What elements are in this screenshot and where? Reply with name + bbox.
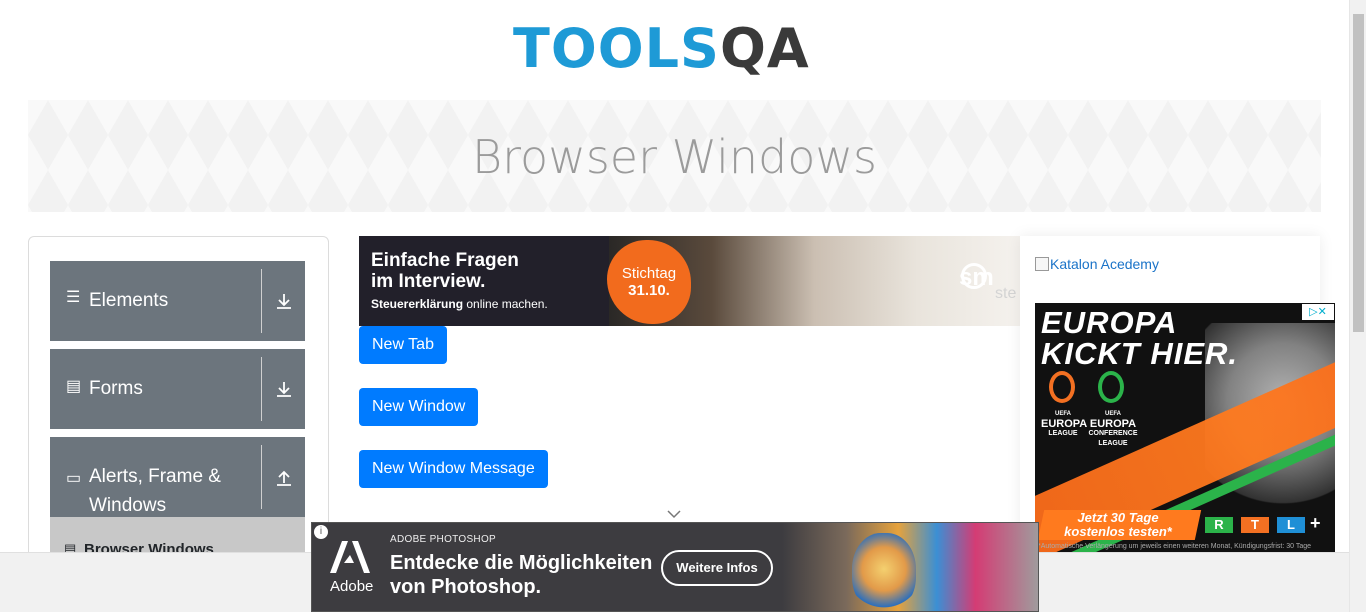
ad-date-text: Stichtag 31.10. xyxy=(607,265,691,299)
ad-date-label: Stichtag xyxy=(621,265,677,282)
ad-cta-line1: Jetzt 30 Tage xyxy=(1077,510,1159,525)
group-label-line1: Alerts, Frame & xyxy=(89,466,221,487)
new-tab-button[interactable]: New Tab xyxy=(359,326,447,364)
ad-subline-rest: online machen. xyxy=(463,297,548,311)
ad-product-label: ADOBE PHOTOSHOP xyxy=(390,534,497,545)
ad-headline-line2: im Interview. xyxy=(371,271,486,292)
logo-wordmark: TOOLSQA xyxy=(513,22,810,76)
league2-text: UEFA EUROPA CONFERENCE LEAGUE xyxy=(1087,409,1139,449)
ad-subline-bold: Steuererklärung xyxy=(371,297,464,311)
logo-qa-text: QA xyxy=(719,17,810,80)
ad-headline: Einfache Fragen im Interview. xyxy=(371,250,519,292)
rtl-letter-r: R xyxy=(1205,517,1233,533)
ad-rtl-europa-league[interactable]: EUROPA KICKT HIER. UEFA EUROPA LEAGUE UE… xyxy=(1035,303,1335,552)
league1-text: UEFA EUROPA LEAGUE xyxy=(1041,409,1088,439)
divider xyxy=(261,445,262,509)
left-panel: ☰ Elements ▤ Forms ▭ Alerts, Frame & Win… xyxy=(28,236,329,566)
hamburger-icon: ☰ xyxy=(66,289,81,306)
page-title: Browser Windows xyxy=(472,130,877,184)
chevron-down-icon[interactable] xyxy=(667,509,681,519)
group-label: Elements xyxy=(89,290,169,311)
sidebar-group-forms[interactable]: ▤ Forms xyxy=(50,349,305,429)
scrollbar-thumb[interactable] xyxy=(1353,14,1364,332)
league1-league: LEAGUE xyxy=(1048,430,1078,437)
ad-fine-print: *Automatische Verlängerung um jeweils ei… xyxy=(1038,543,1312,550)
page-scrollbar[interactable] xyxy=(1349,0,1366,612)
ad-headline-line1: Einfache Fragen xyxy=(371,250,519,271)
broken-image-icon xyxy=(1035,257,1049,271)
window-icon: ▭ xyxy=(66,470,82,487)
upload-icon[interactable] xyxy=(274,467,294,487)
ad-headline-line1: EUROPA xyxy=(1041,305,1178,340)
league1-europa: EUROPA xyxy=(1041,418,1088,430)
ad-headline-line2: KICKT HIER. xyxy=(1041,336,1238,371)
ad-cta-button[interactable]: Jetzt 30 Tage kostenlos testen* xyxy=(1043,511,1193,539)
league2-league: LEAGUE xyxy=(1098,440,1128,447)
divider xyxy=(261,357,262,421)
ad-headline: EUROPA KICKT HIER. xyxy=(1041,307,1238,369)
download-icon[interactable] xyxy=(274,291,294,311)
ad-headline-line1: Entdecke die Möglichkeiten xyxy=(390,552,653,574)
rtl-plus: + xyxy=(1310,513,1321,533)
logo-tools-text: TOOLS xyxy=(513,17,720,80)
ad-headline: Entdecke die Möglichkeiten von Photoshop… xyxy=(390,551,652,599)
katalon-alt-text: Katalon Acedemy xyxy=(1050,256,1159,272)
new-window-button[interactable]: New Window xyxy=(359,388,479,426)
weitere-infos-button[interactable]: Weitere Infos xyxy=(661,550,773,586)
adchoices-icon[interactable]: ▷✕ xyxy=(1302,304,1334,320)
ad-headline-line2: von Photoshop. xyxy=(390,576,542,598)
ad-banner-steuer[interactable]: Einfache Fragen im Interview. Steuererkl… xyxy=(359,236,1020,326)
sidebar-group-elements[interactable]: ☰ Elements xyxy=(50,261,305,341)
katalon-academy-link[interactable]: Katalon Acedemy xyxy=(1035,256,1159,272)
ad-adobe-photoshop[interactable]: Adobe ADOBE PHOTOSHOP Entdecke die Mögli… xyxy=(311,522,1039,612)
divider xyxy=(261,269,262,333)
ad-brand-sub: ste xyxy=(995,285,1017,302)
ad-subline: Steuererklärung online machen. xyxy=(371,297,548,311)
conference-league-logo-icon xyxy=(1098,371,1124,403)
ad-brand: sm xyxy=(959,264,994,291)
ad-info-icon[interactable]: i xyxy=(314,525,328,539)
ad-date-value: 31.10. xyxy=(628,282,670,299)
page-banner: Browser Windows xyxy=(28,100,1321,212)
league2-conference: CONFERENCE xyxy=(1088,430,1138,437)
document-icon: ▤ xyxy=(66,378,82,395)
toolsqa-logo[interactable]: TOOLSQA xyxy=(513,12,843,92)
league2-europa: EUROPA xyxy=(1089,418,1137,430)
new-window-message-button[interactable]: New Window Message xyxy=(359,450,548,488)
rtl-letter-l: L xyxy=(1277,517,1305,533)
europa-league-logo-icon xyxy=(1049,371,1075,403)
download-icon[interactable] xyxy=(274,379,294,399)
ad-face-illustration xyxy=(852,533,916,611)
adobe-wordmark: Adobe xyxy=(330,578,374,595)
sidebar-group-alerts-frame-windows[interactable]: ▭ Alerts, Frame & Windows xyxy=(50,437,305,517)
rtl-letter-t: T xyxy=(1241,517,1269,533)
group-label: Forms xyxy=(89,378,143,399)
ad-cta-line2: kostenlos testen* xyxy=(1064,524,1172,539)
group-label-line2: Windows xyxy=(89,495,167,516)
